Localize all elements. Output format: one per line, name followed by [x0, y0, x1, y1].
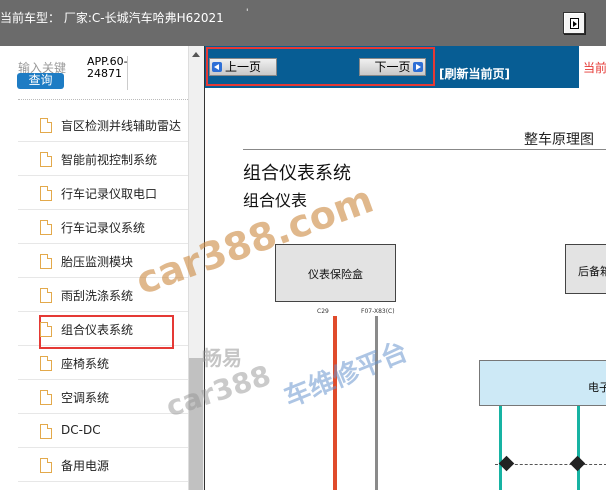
- tree-item-selected[interactable]: 组合仪表系统: [18, 312, 188, 349]
- pin-label: F07-X83(C): [361, 308, 395, 315]
- tree-item[interactable]: 盲区检测并线辅助雷达: [18, 108, 188, 142]
- tree-item-label: 组合仪表系统: [61, 323, 134, 337]
- refresh-page-link[interactable]: [刷新当前页]: [439, 65, 510, 82]
- left-navigation-panel: 输入关键 查询 APP.60- 24871 盲区检测并线辅助雷达 智能前视控制系…: [0, 46, 204, 490]
- tree-item-label: 座椅系统: [61, 357, 110, 371]
- scrollbar-thumb[interactable]: [189, 358, 203, 490]
- electronic-module-label: 电子: [588, 381, 606, 394]
- diagram-page: 整车原理图 组合仪表系统 组合仪表 仪表保险盒 C29 F07-X83(C) 后…: [205, 88, 606, 490]
- document-icon: [40, 424, 52, 439]
- app-code: APP.60- 24871: [87, 55, 128, 80]
- arrow-right-icon: [413, 62, 423, 72]
- tree-item-label: 智能前视控制系统: [61, 153, 158, 167]
- tree-item[interactable]: DC-DC: [18, 414, 188, 448]
- tree-item[interactable]: 行车记录仪系统: [18, 210, 188, 244]
- connector-node-icon: [569, 455, 586, 472]
- code-divider: [127, 56, 128, 90]
- document-title: 组合仪表系统: [243, 163, 351, 184]
- document-icon: [40, 390, 52, 405]
- document-icon: [40, 220, 52, 235]
- document-icon: [40, 118, 52, 133]
- tree-item[interactable]: 座椅系统: [18, 346, 188, 380]
- tree-item-label: 盲区检测并线辅助雷达: [61, 119, 182, 133]
- tree-item-label: 行车记录仪系统: [61, 221, 146, 235]
- page-toolbar: 上一页 下一页 [刷新当前页] 当前: [205, 46, 606, 88]
- header-mark: ': [246, 8, 249, 18]
- current-page-label: 当前: [583, 61, 606, 75]
- tree-item-label: 雨刮洗涤系统: [61, 289, 134, 303]
- tree-item[interactable]: 雨刮洗涤系统: [18, 278, 188, 312]
- top-header: 当前车型： 厂家:C-长城汽车哈弗H62021 ': [0, 0, 606, 46]
- tree-item[interactable]: 智能前视控制系统: [18, 142, 188, 176]
- app-window: 当前车型： 厂家:C-长城汽车哈弗H62021 ' 输入关键 查询 APP.60…: [0, 0, 606, 490]
- fuse-box-label: 仪表保险盒: [308, 268, 363, 281]
- document-header: 整车原理图: [524, 132, 594, 148]
- tree-item[interactable]: 行车记录仪取电口: [18, 176, 188, 210]
- fuse-box-component: 仪表保险盒: [275, 244, 396, 302]
- tree-item-label: 行车记录仪取电口: [61, 187, 158, 201]
- document-icon: [40, 186, 52, 201]
- rear-box-component: 后备箱: [565, 244, 606, 294]
- document-icon: [40, 356, 52, 371]
- collapse-panel-button[interactable]: [563, 12, 585, 34]
- arrow-left-icon: [212, 62, 222, 72]
- previous-page-button[interactable]: 上一页: [209, 58, 277, 76]
- pin-label: C29: [317, 308, 329, 315]
- diagram-viewer: 上一页 下一页 [刷新当前页] 当前 整车原理图 组合仪表系统 组合仪表 仪表保…: [204, 46, 606, 490]
- red-wire: [333, 316, 337, 490]
- tree-item-label: 备用电源: [61, 459, 110, 473]
- electronic-module-component: 电子: [479, 360, 606, 406]
- next-page-button[interactable]: 下一页: [359, 58, 426, 76]
- system-tree: 盲区检测并线辅助雷达 智能前视控制系统 行车记录仪取电口 行车记录仪系统 胎压监…: [18, 108, 188, 482]
- tree-item-label: 胎压监测模块: [61, 255, 134, 269]
- tree-item-label: 空调系统: [61, 391, 110, 405]
- rear-box-label: 后备箱: [578, 265, 606, 278]
- document-icon: [40, 254, 52, 269]
- gray-wire: [375, 316, 378, 490]
- search-button[interactable]: 查询: [17, 73, 64, 89]
- tree-item[interactable]: 胎压监测模块: [18, 244, 188, 278]
- document-icon: [40, 152, 52, 167]
- document-icon: [40, 458, 52, 473]
- current-page-box: 当前: [579, 46, 606, 88]
- teal-wire: [577, 406, 580, 490]
- header-rule: [243, 149, 606, 150]
- scroll-up-arrow-icon[interactable]: [192, 52, 200, 57]
- document-icon: [40, 322, 52, 337]
- tree-item[interactable]: 空调系统: [18, 380, 188, 414]
- teal-wire: [499, 406, 502, 490]
- tree-item-label: DC-DC: [61, 423, 101, 437]
- document-subtitle: 组合仪表: [243, 191, 308, 210]
- tree-item[interactable]: 备用电源: [18, 448, 188, 482]
- separator-line: [18, 99, 188, 100]
- current-vehicle-title: 当前车型： 厂家:C-长城汽车哈弗H62021: [0, 11, 224, 25]
- document-icon: [40, 288, 52, 303]
- panel-toggle-icon: [570, 18, 579, 29]
